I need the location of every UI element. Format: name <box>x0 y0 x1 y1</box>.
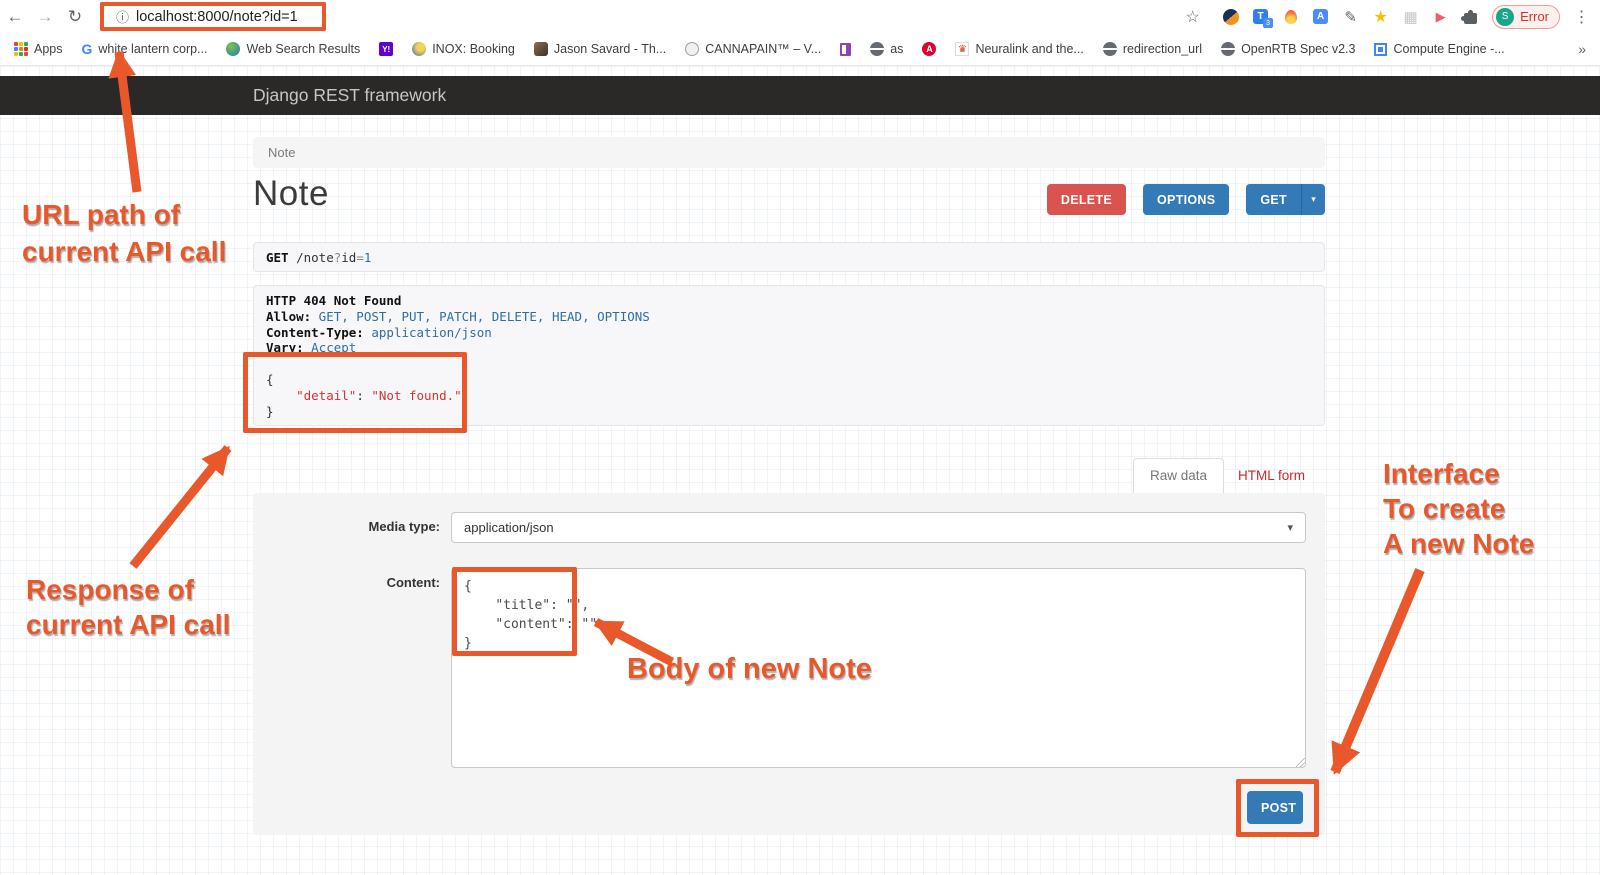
content-textarea[interactable]: { "title": "", "content": "" } <box>451 568 1306 768</box>
bookmark-item[interactable]: Jason Savard - Th... <box>534 42 666 56</box>
post-button[interactable]: POST <box>1247 791 1303 824</box>
apps-grid-icon <box>14 42 28 56</box>
eyedropper-icon[interactable]: ✎ <box>1342 8 1359 25</box>
options-button[interactable]: OPTIONS <box>1143 184 1229 215</box>
bookmark-item[interactable]: INOX: Booking <box>412 42 515 56</box>
response-block: HTTP 404 Not Found Allow: GET, POST, PUT… <box>253 285 1325 426</box>
form-tabs: Raw data HTML form <box>253 456 1325 493</box>
bookmarks-bar: Apps G white lantern corp... Web Search … <box>0 33 1600 66</box>
tab-html-form[interactable]: HTML form <box>1224 459 1319 493</box>
tab-raw-data[interactable]: Raw data <box>1133 458 1224 493</box>
exit-door-icon <box>840 43 851 56</box>
media-type-label: Media type: <box>253 519 440 534</box>
google-g-icon: G <box>82 41 93 57</box>
delete-button[interactable]: DELETE <box>1047 184 1126 215</box>
bookmark-item[interactable]: redirection_url <box>1103 42 1202 56</box>
page-title: Note <box>253 174 329 213</box>
response-json-value: "Not found." <box>371 388 461 403</box>
bookmark-item[interactable]: CANNAPAIN™ – V... <box>685 42 821 56</box>
request-method: GET <box>266 250 289 265</box>
textarea-resize-handle[interactable] <box>1296 758 1305 767</box>
site-info-icon[interactable]: ⓘ <box>116 7 129 26</box>
globe-icon <box>870 42 884 56</box>
browser-menu-icon[interactable]: ⋮ <box>1573 8 1590 25</box>
play-arrow-extension-icon[interactable]: ▶ <box>1432 8 1449 25</box>
bookmark-item[interactable]: ♛ Neuralink and the... <box>955 42 1083 56</box>
response-json-key: "detail" <box>266 388 356 403</box>
globe-icon <box>1221 42 1235 56</box>
swirl-icon <box>1223 9 1239 25</box>
t-badge-count: 3 <box>1263 18 1273 28</box>
globe-icon <box>1103 42 1117 56</box>
gold-star-extension-icon[interactable]: ★ <box>1372 8 1389 25</box>
avatar-icon <box>534 42 548 56</box>
drf-brand-link[interactable]: Django REST framework <box>253 85 446 106</box>
bookmark-item[interactable]: Web Search Results <box>226 42 360 56</box>
back-icon[interactable]: ← <box>0 7 30 27</box>
drf-navbar: Django REST framework <box>0 76 1600 115</box>
flame-icon <box>1285 10 1297 24</box>
bookmark-item[interactable]: A <box>922 42 936 56</box>
chevron-down-icon: ▾ <box>1287 521 1293 534</box>
bookmarks-overflow-icon[interactable]: » <box>1578 41 1586 57</box>
gray-circle-icon <box>685 42 699 56</box>
angular-icon: A <box>922 42 936 56</box>
t-manager-extension-icon[interactable]: T 3 <box>1252 8 1269 25</box>
toolbar-extensions: ☆ T 3 A ✎ ★ ▦ ▶ S Error ⋮ <box>1184 0 1590 33</box>
request-line: GET /note?id=1 <box>253 242 1325 272</box>
translate-icon: A <box>1313 9 1328 24</box>
flame-extension-icon[interactable] <box>1282 8 1299 25</box>
reload-icon[interactable]: ↻ <box>60 7 90 27</box>
get-button-group: GET ▾ <box>1246 184 1325 215</box>
url-text: localhost:8000/note?id=1 <box>136 9 298 25</box>
puzzle-icon <box>1464 13 1477 24</box>
page-background: Django REST framework Note Note DELETE O… <box>0 66 1600 875</box>
bookmark-item[interactable]: as <box>870 42 903 56</box>
response-status: HTTP 404 Not Found <box>266 293 401 308</box>
puzzle-piece-icon[interactable] <box>1462 8 1479 25</box>
translate-extension-icon[interactable]: A <box>1312 8 1329 25</box>
globe-ball-icon <box>226 42 240 56</box>
bookmark-star-icon[interactable]: ☆ <box>1184 8 1201 25</box>
media-type-select[interactable]: application/json ▾ <box>451 512 1306 543</box>
bookmark-apps[interactable]: Apps <box>14 42 63 56</box>
profile-error-badge[interactable]: S Error <box>1492 5 1560 29</box>
breadcrumb-note: Note <box>268 145 295 160</box>
content-label: Content: <box>253 575 440 590</box>
yahoo-icon: Y! <box>379 42 393 56</box>
title-row: Note DELETE OPTIONS GET ▾ <box>253 174 1325 220</box>
bookmark-item[interactable] <box>840 43 851 56</box>
pattern-grid-extension-icon[interactable]: ▦ <box>1402 8 1419 25</box>
chip-icon <box>1374 43 1387 56</box>
forward-icon[interactable]: → <box>30 7 60 27</box>
address-bar[interactable]: ⓘ localhost:8000/note?id=1 <box>100 2 326 31</box>
bookmark-item[interactable]: Compute Engine -... <box>1374 42 1504 56</box>
post-form-panel: Media type: application/json ▾ Content: … <box>253 493 1325 835</box>
bookmark-item[interactable]: Y! <box>379 42 393 56</box>
breadcrumb: Note <box>253 137 1325 168</box>
profile-avatar: S <box>1496 8 1514 26</box>
bookmark-item[interactable]: OpenRTB Spec v2.3 <box>1221 42 1355 56</box>
action-buttons: DELETE OPTIONS GET ▾ <box>1047 184 1325 215</box>
error-label: Error <box>1520 9 1549 24</box>
swirl-extension-icon[interactable] <box>1222 8 1239 25</box>
browser-toolbar: ← → ↻ ⓘ localhost:8000/note?id=1 ☆ T 3 A… <box>0 0 1600 33</box>
get-dropdown-caret-icon[interactable]: ▾ <box>1301 184 1325 215</box>
bookmark-item[interactable]: G white lantern corp... <box>82 41 208 57</box>
crown-card-icon: ♛ <box>955 42 969 56</box>
globe-color-icon <box>412 42 426 56</box>
get-button[interactable]: GET <box>1246 184 1301 215</box>
